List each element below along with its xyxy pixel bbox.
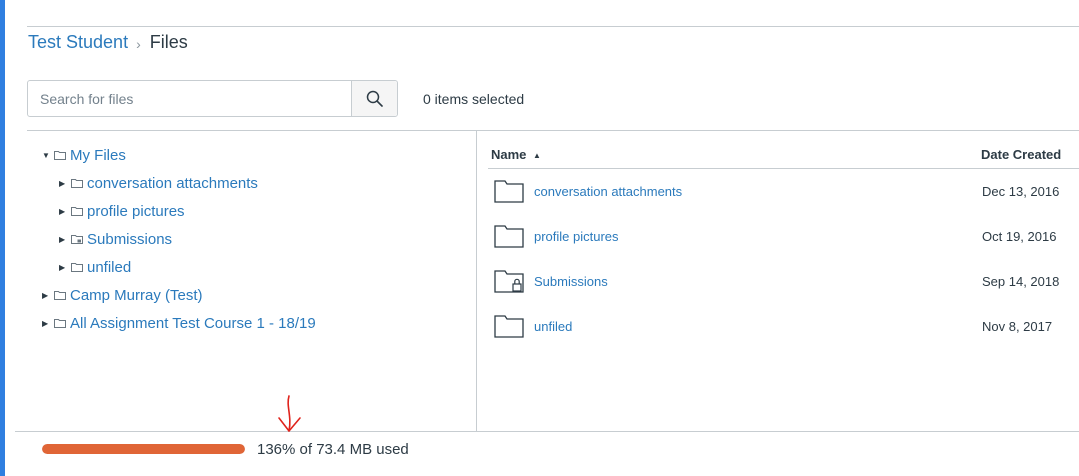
breadcrumb-link-test-student[interactable]: Test Student — [28, 32, 128, 53]
tree-expanded-caret-icon[interactable]: ▼ — [42, 151, 51, 160]
column-header-name-label: Name — [491, 147, 527, 162]
table-header-divider — [488, 168, 1079, 169]
search-icon — [366, 90, 383, 107]
folder-icon — [71, 262, 83, 272]
tree-item-conversation-attachments[interactable]: ▶ conversation attachments — [59, 172, 258, 194]
file-name-link[interactable]: profile pictures — [534, 229, 619, 244]
items-selected-count: 0 items selected — [423, 91, 525, 107]
top-divider — [27, 26, 1079, 27]
tree-item-label: profile pictures — [87, 202, 185, 220]
left-accent-bar — [0, 0, 5, 476]
folder-icon — [54, 290, 66, 300]
quota-progress-fill — [42, 444, 245, 454]
file-date-created: Nov 8, 2017 — [982, 318, 1053, 334]
table-row[interactable]: profile pictures Oct 19, 2016 — [488, 221, 1079, 251]
tree-item-camp-murray[interactable]: ▶ Camp Murray (Test) — [42, 284, 203, 306]
pane-divider — [476, 131, 477, 432]
folder-icon — [494, 315, 524, 338]
search-button[interactable] — [351, 81, 397, 116]
table-row[interactable]: unfiled Nov 8, 2017 — [488, 311, 1079, 341]
breadcrumb-current-files: Files — [149, 32, 188, 52]
breadcrumb: Test Student › Files — [28, 32, 188, 53]
tree-collapsed-caret-icon[interactable]: ▶ — [42, 291, 51, 300]
tree-item-submissions[interactable]: ▶ Submissions — [59, 228, 172, 250]
folder-icon — [494, 225, 524, 248]
column-header-name[interactable]: Name ▲ — [491, 147, 541, 162]
tree-item-label: Camp Murray (Test) — [70, 286, 203, 304]
tree-item-label: Submissions — [87, 230, 173, 248]
quota-usage-text: 136% of 73.4 MB used — [257, 441, 409, 458]
footer-divider — [15, 431, 1079, 432]
search-input[interactable] — [28, 81, 351, 116]
tree-item-label: conversation attachments — [87, 174, 258, 192]
table-row[interactable]: Submissions Sep 14, 2018 — [488, 266, 1079, 296]
folder-icon — [71, 178, 83, 188]
tree-collapsed-caret-icon[interactable]: ▶ — [59, 179, 68, 188]
sort-ascending-icon: ▲ — [533, 151, 541, 160]
folder-icon — [54, 150, 66, 160]
tree-collapsed-caret-icon[interactable]: ▶ — [42, 319, 51, 328]
folder-icon — [54, 318, 66, 328]
tree-collapsed-caret-icon[interactable]: ▶ — [59, 207, 68, 216]
tree-item-label: My Files — [70, 146, 126, 164]
tree-collapsed-caret-icon[interactable]: ▶ — [59, 263, 68, 272]
tree-item-profile-pictures[interactable]: ▶ profile pictures — [59, 200, 185, 222]
hand-drawn-arrow-icon — [278, 395, 301, 432]
file-name-link[interactable]: unfiled — [534, 319, 572, 334]
tree-item-all-assignment-test-course[interactable]: ▶ All Assignment Test Course 1 - 18/19 — [42, 312, 316, 334]
file-date-created: Oct 19, 2016 — [982, 228, 1057, 244]
table-row[interactable]: conversation attachments Dec 13, 2016 — [488, 176, 1079, 206]
file-date-created: Dec 13, 2016 — [982, 183, 1060, 199]
file-name-link[interactable]: Submissions — [534, 274, 608, 289]
tree-collapsed-caret-icon[interactable]: ▶ — [59, 235, 68, 244]
folder-icon — [494, 180, 524, 203]
file-name-link[interactable]: conversation attachments — [534, 184, 682, 199]
locked-folder-icon — [494, 270, 524, 293]
quota-progress-bar — [42, 444, 245, 454]
search-box — [27, 80, 398, 117]
locked-folder-icon — [71, 234, 83, 244]
tree-item-unfiled[interactable]: ▶ unfiled — [59, 256, 131, 278]
folder-icon — [71, 206, 83, 216]
content-divider — [27, 130, 1079, 131]
tree-item-label: unfiled — [87, 258, 132, 276]
column-header-date-created[interactable]: Date Created — [981, 147, 1061, 162]
tree-item-label: All Assignment Test Course 1 - 18/19 — [70, 314, 316, 332]
file-date-created: Sep 14, 2018 — [982, 273, 1060, 289]
breadcrumb-separator-icon: › — [136, 35, 141, 52]
tree-item-my-files[interactable]: ▼ My Files — [42, 144, 126, 166]
